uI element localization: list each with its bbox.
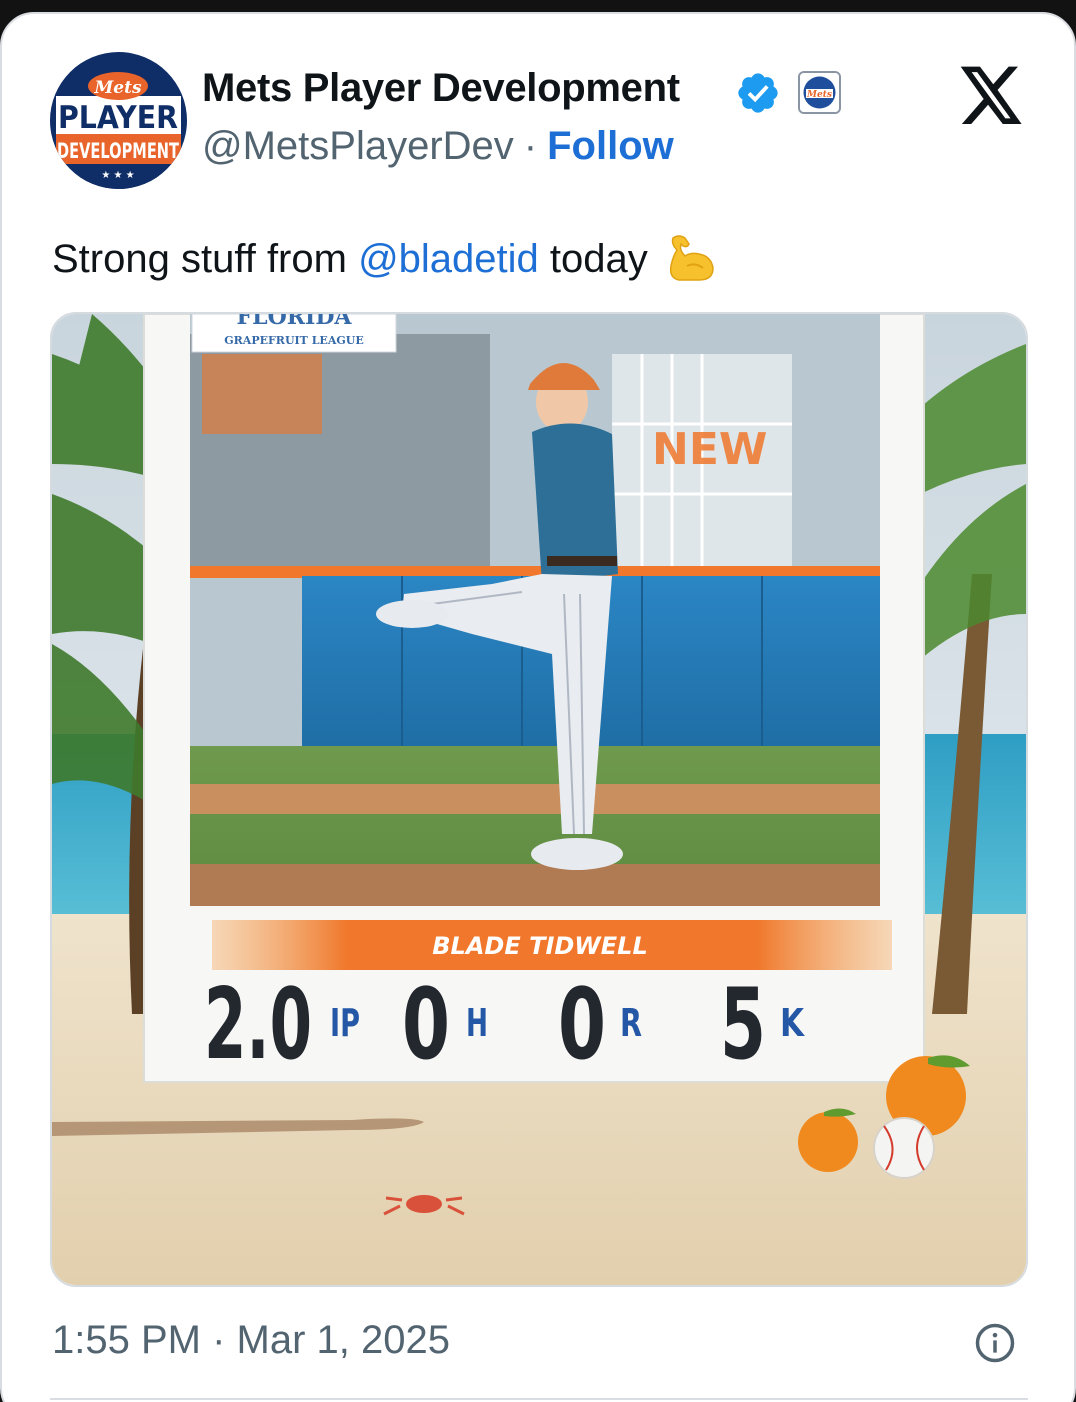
follow-button[interactable]: Follow [547,124,674,168]
player-photo: NEW [190,314,880,906]
mets-player-development-logo-icon: Mets PLAYER DEVELOPMENT ★ ★ ★ [50,52,187,189]
svg-text:★ ★ ★: ★ ★ ★ [101,170,134,181]
svg-text:GRAPEFRUIT LEAGUE: GRAPEFRUIT LEAGUE [224,334,363,347]
player-name: BLADE TIDWELL [432,932,648,960]
author-handle-row: @MetsPlayerDev · Follow [202,124,674,169]
svg-text:DEVELOPMENT: DEVELOPMENT [57,139,179,163]
stat-h-label: H [466,1001,488,1045]
author-handle[interactable]: @MetsPlayerDev [202,124,514,168]
player-stat-graphic: NEW FLORIDA GRAPEFRUIT LEAGUE BLADE TIDW… [52,314,1026,1285]
tweet-card: Mets PLAYER DEVELOPMENT ★ ★ ★ Mets Playe… [0,12,1076,1402]
footer-divider [50,1398,1028,1400]
tweet-timestamp[interactable]: 1:55 PM · Mar 1, 2025 [52,1318,450,1363]
stat-r-label: R [620,1001,642,1045]
separator-dot: · [523,124,538,168]
svg-text:PLAYER: PLAYER [58,100,178,136]
svg-text:FLORIDA: FLORIDA [237,314,353,330]
stat-h-value: 0 [402,968,450,1082]
stat-ip-value: 2.0 [204,968,312,1082]
verified-badge-icon [738,73,778,113]
league-logo: FLORIDA GRAPEFRUIT LEAGUE [191,314,397,353]
info-icon[interactable] [974,1322,1016,1364]
svg-text:Mets: Mets [806,90,832,100]
flexed-biceps-emoji [669,235,714,281]
mention-link[interactable]: @bladetid [358,237,539,281]
stat-r-value: 0 [558,968,606,1082]
tweet-text-end: today [538,237,648,281]
stat-ip-label: IP [330,1001,360,1045]
tweet-text-start: Strong stuff from [52,237,359,281]
author-avatar[interactable]: Mets PLAYER DEVELOPMENT ★ ★ ★ [50,52,187,189]
author-name[interactable]: Mets Player Development [202,66,680,111]
x-logo-icon[interactable] [960,66,1024,126]
svg-text:Mets: Mets [93,78,141,98]
svg-text:NEW: NEW [652,424,767,475]
tweet-text: Strong stuff from @bladetid today [52,232,717,284]
tweet-media-image[interactable]: NEW FLORIDA GRAPEFRUIT LEAGUE BLADE TIDW… [50,312,1028,1287]
stat-k-label: K [780,1001,805,1045]
mets-affiliate-badge-icon[interactable]: Mets [798,71,841,114]
stat-k-value: 5 [720,968,766,1082]
